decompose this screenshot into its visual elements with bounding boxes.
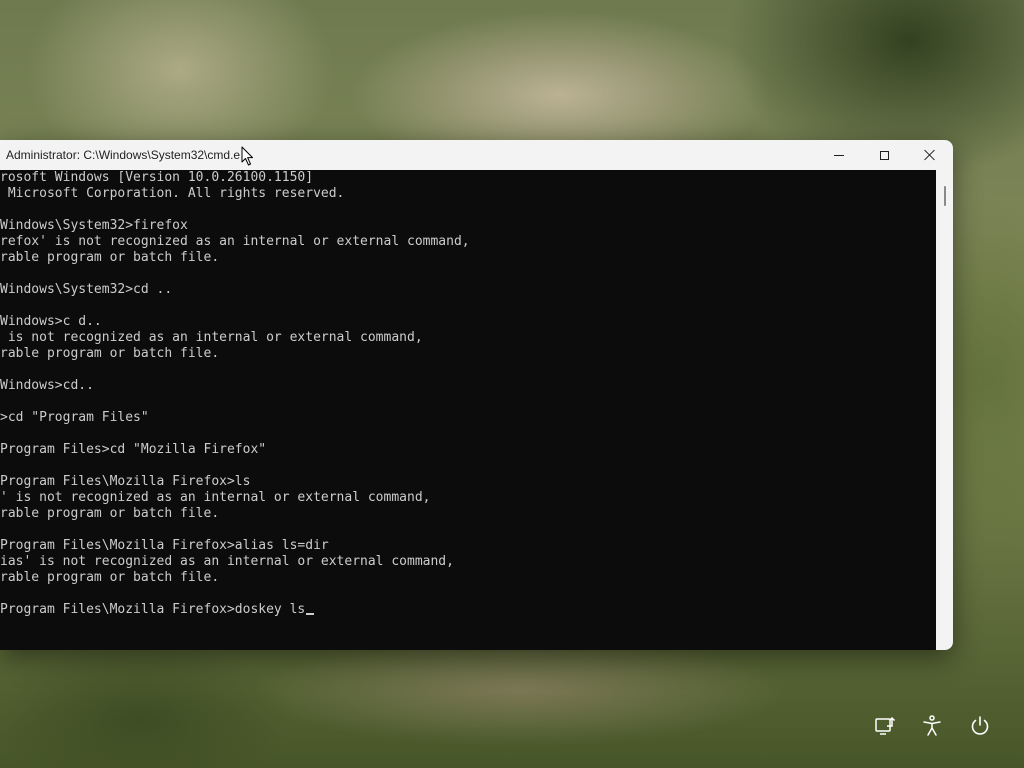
close-icon [924,149,936,161]
console-line: rable program or batch file. [0,346,220,361]
mouse-pointer-icon [241,146,253,166]
console-line: ias' is not recognized as an internal or… [0,554,454,569]
close-button[interactable] [907,140,953,170]
console-lines: rosoft Windows [Version 10.0.26100.1150]… [0,170,470,618]
console-line: Windows>cd.. [0,378,94,393]
maximize-button[interactable] [861,140,907,170]
cmd-window: Administrator: C:\Windows\System32\cmd.e… [0,140,953,650]
scrollbar-thumb[interactable] [944,186,946,206]
minimize-button[interactable] [816,140,862,170]
console-line: Microsoft Corporation. All rights reserv… [0,186,345,201]
accessibility-icon[interactable] [920,714,944,738]
console-line: >cd "Program Files" [0,410,149,425]
power-icon[interactable] [968,714,992,738]
console-line: Program Files\Mozilla Firefox>ls [0,474,251,489]
window-title: Administrator: C:\Windows\System32\cmd.e [6,148,241,162]
console-line: refox' is not recognized as an internal … [0,234,470,249]
console-line: Program Files\Mozilla Firefox>doskey ls [0,602,470,618]
console-output[interactable]: rosoft Windows [Version 10.0.26100.1150]… [0,170,936,650]
console-line: Program Files>cd "Mozilla Firefox" [0,442,267,457]
console-line: is not recognized as an internal or exte… [0,330,423,345]
maximize-icon [879,150,889,160]
console-line: ' is not recognized as an internal or ex… [0,490,431,505]
minimize-icon [834,154,844,156]
console-line: rable program or batch file. [0,506,220,521]
console-line: rosoft Windows [Version 10.0.26100.1150] [0,170,314,185]
console-line: rable program or batch file. [0,250,220,265]
console-line: Program Files\Mozilla Firefox>alias ls=d… [0,538,329,553]
text-cursor [306,613,315,615]
network-icon[interactable] [872,714,896,738]
console-line: rable program or batch file. [0,570,220,585]
vertical-scrollbar[interactable] [936,170,953,650]
console-line: Windows>c d.. [0,314,102,329]
console-line: Windows\System32>firefox [0,218,188,233]
title-bar[interactable]: Administrator: C:\Windows\System32\cmd.e [0,140,953,170]
console-line: Windows\System32>cd .. [0,282,173,297]
